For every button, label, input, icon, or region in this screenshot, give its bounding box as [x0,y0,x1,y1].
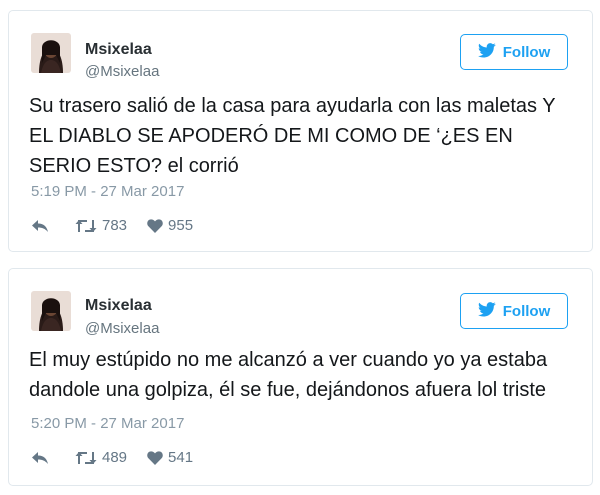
heart-icon [147,218,163,233]
retweet-icon [75,450,97,466]
tweet-actions: 783 955 [31,217,193,234]
avatar[interactable] [31,291,71,331]
tweet-card: Msixelaa @Msixelaa Follow El muy estúpid… [8,268,593,486]
like-button[interactable]: 955 [147,217,193,234]
follow-button[interactable]: Follow [460,293,568,329]
like-count: 541 [168,449,194,466]
bird-icon [477,301,496,321]
heart-icon [147,450,163,465]
display-name[interactable]: Msixelaa [85,297,152,315]
display-name[interactable]: Msixelaa [85,41,152,59]
reply-button[interactable] [31,451,49,465]
tweet-actions: 489 541 [31,449,193,466]
tweet-card: Msixelaa @Msixelaa Follow Su trasero sal… [8,10,593,252]
user-handle[interactable]: @Msixelaa [85,63,159,80]
tweet-timestamp[interactable]: 5:20 PM - 27 Mar 2017 [31,415,184,432]
reply-icon [31,451,49,465]
avatar[interactable] [31,33,71,73]
retweet-icon [75,218,97,234]
tweet-text: El muy estúpido no me alcanzó a ver cuan… [29,349,548,401]
tweet-text: Su trasero salió de la casa para ayudarl… [29,95,556,177]
reply-icon [31,219,49,233]
reply-button[interactable] [31,219,49,233]
like-count: 955 [168,217,194,234]
follow-label: Follow [502,43,551,61]
user-handle[interactable]: @Msixelaa [85,320,159,337]
like-button[interactable]: 541 [147,449,193,466]
follow-button[interactable]: Follow [460,34,568,70]
retweet-button[interactable]: 783 [75,217,127,234]
retweet-count: 489 [102,449,128,466]
bird-icon [477,42,496,62]
retweet-count: 783 [102,217,128,234]
retweet-button[interactable]: 489 [75,449,127,466]
follow-label: Follow [502,302,551,320]
tweet-timestamp[interactable]: 5:19 PM - 27 Mar 2017 [31,183,184,200]
